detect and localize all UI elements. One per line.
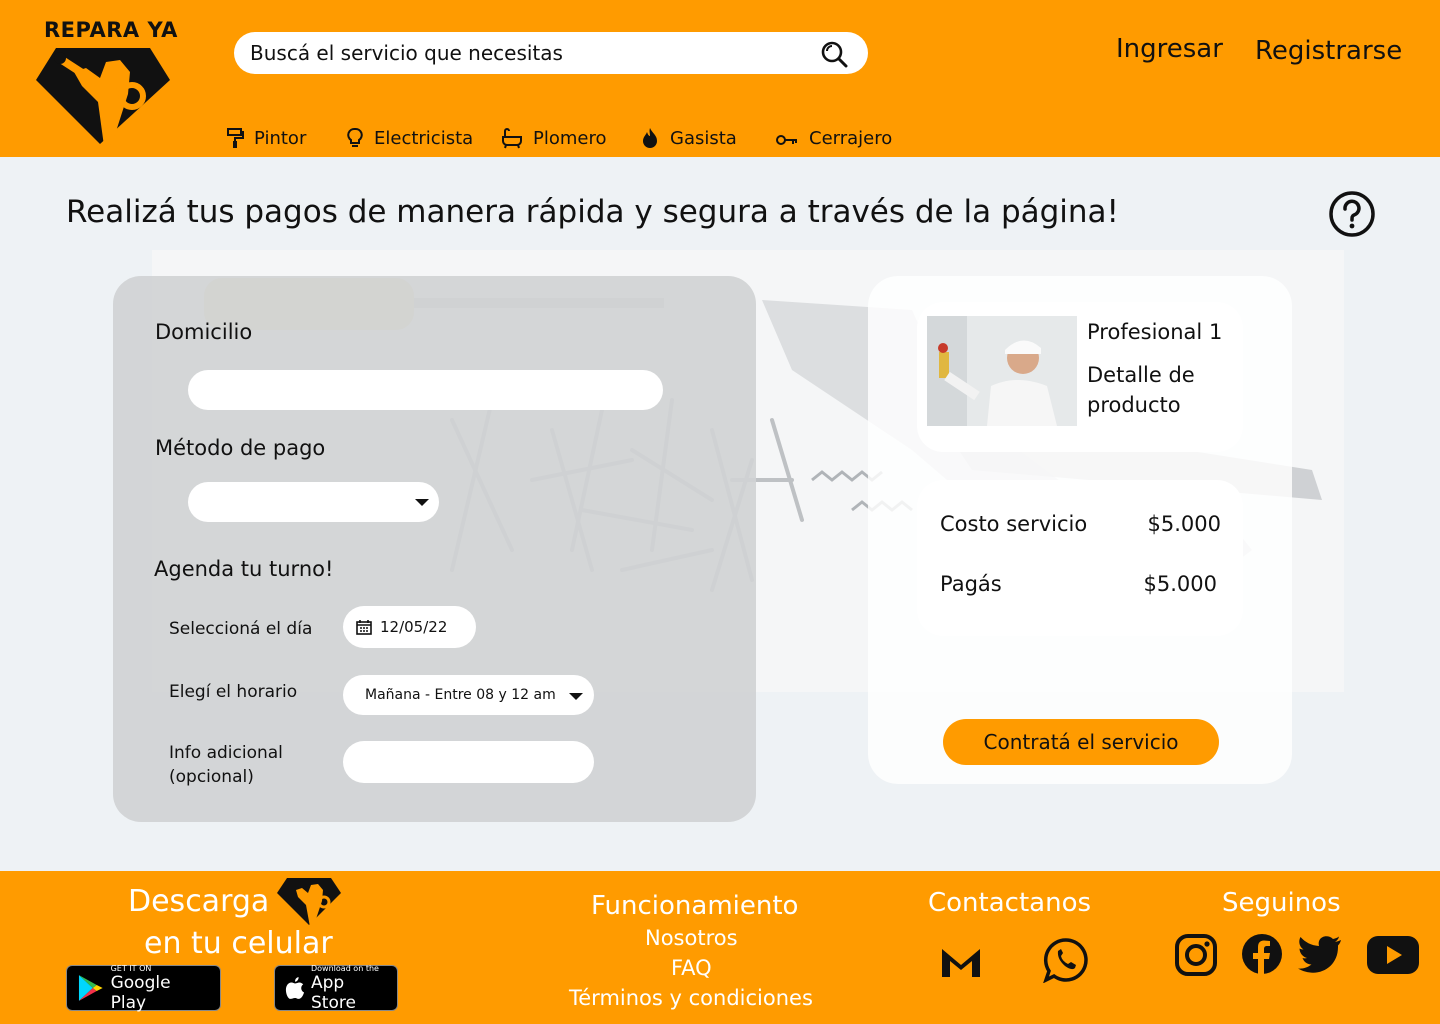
professional-photo — [927, 316, 1077, 426]
category-electricista[interactable]: Electricista — [346, 124, 473, 152]
category-label: Plomero — [533, 127, 607, 149]
header: REPARA YA Ingresar Registrarse Pintor El… — [0, 0, 1440, 157]
search-input[interactable] — [250, 38, 810, 68]
apple-icon — [285, 977, 305, 999]
date-value: 12/05/22 — [380, 618, 448, 636]
google-play-icon — [78, 975, 103, 1001]
day-label: Seleccioná el día — [169, 619, 313, 639]
youtube-icon[interactable] — [1366, 935, 1420, 975]
whatsapp-icon[interactable] — [1043, 937, 1089, 983]
cost-label: Costo servicio — [940, 512, 1088, 536]
twitter-icon[interactable] — [1298, 935, 1342, 973]
info-input[interactable] — [343, 741, 594, 783]
register-link[interactable]: Registrarse — [1255, 36, 1402, 66]
category-gasista[interactable]: Gasista — [640, 124, 737, 152]
cost-breakdown: Costo servicio $5.000 Pagás $5.000 — [917, 480, 1243, 636]
logo-icon[interactable] — [34, 42, 172, 146]
gmail-icon[interactable] — [940, 945, 982, 979]
time-label: Elegí el horario — [169, 682, 298, 702]
lightbulb-icon — [347, 127, 363, 147]
app-store-big: App Store — [311, 972, 356, 1013]
address-input[interactable] — [188, 370, 663, 410]
paint-roller-icon — [227, 128, 244, 148]
footer: Descarga en tu celular GET IT ON Google … — [0, 871, 1440, 1024]
product-detail: Detalle de producto — [1087, 363, 1195, 417]
footer-link-terms[interactable]: Términos y condiciones — [569, 986, 813, 1010]
time-select[interactable]: Mañana - Entre 08 y 12 am — [343, 675, 594, 715]
calendar-icon — [356, 620, 372, 635]
instagram-icon[interactable] — [1174, 933, 1218, 977]
follow-title: Seguinos — [1222, 888, 1341, 918]
page-title: Realizá tus pagos de manera rápida y seg… — [66, 194, 1119, 230]
footer-link-nosotros[interactable]: Nosotros — [645, 926, 738, 950]
info-label: Info adicional (opcional) — [169, 743, 283, 787]
order-summary: Profesional 1 Detalle de producto Costo … — [868, 276, 1292, 784]
professional-name: Profesional 1 — [1087, 320, 1223, 344]
footer-link-faq[interactable]: FAQ — [671, 956, 712, 980]
login-link[interactable]: Ingresar — [1116, 34, 1223, 64]
footer-logo-icon — [277, 878, 341, 927]
category-plomero[interactable]: Plomero — [501, 124, 607, 152]
brand-name: REPARA YA — [44, 18, 178, 42]
pay-value: $5.000 — [1143, 572, 1217, 596]
key-icon — [776, 135, 797, 145]
address-label: Domicilio — [155, 320, 253, 344]
schedule-label: Agenda tu turno! — [154, 557, 334, 581]
chevron-down-icon — [569, 693, 583, 700]
contact-title: Contactanos — [928, 888, 1092, 918]
facebook-icon[interactable] — [1241, 933, 1283, 975]
flame-icon — [643, 128, 657, 148]
app-store-small: Download on the — [311, 963, 379, 973]
google-play-small: GET IT ON — [110, 963, 152, 973]
google-play-button[interactable]: GET IT ON Google Play — [66, 963, 221, 1013]
category-label: Pintor — [254, 127, 307, 149]
category-label: Electricista — [374, 127, 474, 149]
time-value: Mañana - Entre 08 y 12 am — [365, 687, 556, 703]
payment-method-select[interactable] — [188, 482, 439, 522]
app-store-button[interactable]: Download on the App Store — [274, 963, 398, 1013]
search-bar — [234, 32, 868, 74]
category-label: Cerrajero — [809, 127, 893, 149]
professional-card[interactable]: Profesional 1 Detalle de producto — [917, 302, 1243, 452]
category-cerrajero[interactable]: Cerrajero — [775, 124, 892, 152]
pay-row: Pagás $5.000 — [940, 572, 1217, 596]
payment-method-label: Método de pago — [155, 436, 326, 460]
category-label: Gasista — [670, 127, 737, 149]
date-picker[interactable]: 12/05/22 — [343, 606, 476, 648]
google-play-big: Google Play — [110, 972, 171, 1013]
cost-row: Costo servicio $5.000 — [940, 512, 1221, 536]
bathtub-icon — [502, 128, 522, 149]
chevron-down-icon — [415, 499, 429, 506]
search-icon[interactable] — [820, 40, 848, 68]
how-it-works-title: Funcionamiento — [591, 891, 799, 921]
cost-value: $5.000 — [1147, 512, 1221, 536]
download-line-2: en tu celular — [144, 926, 333, 961]
help-icon[interactable] — [1328, 190, 1376, 238]
pay-label: Pagás — [940, 572, 1002, 596]
category-pintor[interactable]: Pintor — [226, 124, 306, 152]
hire-service-button[interactable]: Contratá el servicio — [943, 719, 1219, 765]
checkout-form: Domicilio Método de pago Agenda tu turno… — [113, 276, 756, 822]
